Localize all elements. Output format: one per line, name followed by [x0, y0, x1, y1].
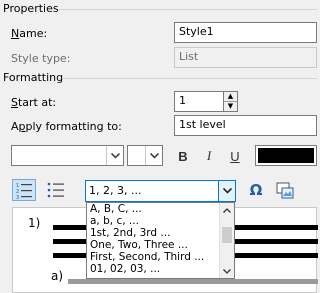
properties-section-title: Properties — [3, 2, 59, 15]
numbered-list-icon: 1 2 3 — [16, 183, 32, 201]
stepper-up-icon[interactable]: ▲ — [224, 92, 237, 102]
font-color-picker[interactable] — [255, 145, 317, 166]
start-at-stepper[interactable]: ▲ ▼ — [223, 91, 238, 112]
list-item[interactable]: 1st, 2nd, 3rd ... — [87, 227, 234, 239]
insert-symbol-button[interactable]: Ω — [246, 180, 266, 200]
formatting-section-title: Formatting — [3, 71, 64, 84]
number-style-value: 1, 2, 3, ... — [89, 184, 142, 197]
start-at-label: Start at: — [11, 96, 57, 109]
apply-formatting-label: Apply formatting to: — [11, 120, 122, 133]
omega-icon: Ω — [249, 181, 263, 199]
scroll-up-icon[interactable] — [220, 203, 234, 217]
apply-formatting-field[interactable]: 1st level — [174, 115, 317, 136]
list-item[interactable]: One, Two, Three ... — [87, 239, 234, 251]
number-style-combo[interactable]: 1, 2, 3, ... — [85, 180, 236, 202]
name-field[interactable]: Style1 — [174, 22, 317, 43]
style-type-field: List — [174, 47, 317, 68]
bullet-list-icon — [47, 182, 64, 198]
list-item[interactable]: a, b, c, ... — [87, 215, 234, 227]
bold-button[interactable]: B — [173, 146, 193, 166]
chevron-down-icon[interactable] — [145, 146, 162, 165]
stepper-down-icon[interactable]: ▼ — [224, 102, 237, 112]
scrollbar-thumb[interactable] — [222, 227, 232, 243]
properties-divider — [58, 9, 317, 10]
underline-button[interactable]: U — [225, 146, 245, 166]
number-style-dropdown-list[interactable]: A, B, C, ... a, b, c, ... 1st, 2nd, 3rd … — [86, 202, 235, 279]
style-type-label: Style type: — [11, 52, 71, 65]
chevron-down-icon[interactable] — [106, 146, 123, 165]
list-item[interactable]: 01, 02, 03, ... — [87, 263, 234, 275]
preview-level2-number: a) — [51, 269, 64, 283]
bullet-list-button[interactable] — [45, 180, 67, 200]
font-size-combo[interactable] — [127, 145, 163, 166]
list-item[interactable]: First, Second, Third ... — [87, 251, 234, 263]
name-label: Name: — [11, 27, 48, 40]
chevron-down-icon[interactable] — [218, 181, 235, 201]
svg-text:3: 3 — [16, 195, 19, 200]
list-item[interactable]: A, B, C, ... — [87, 203, 234, 215]
preview-level1-number: 1) — [28, 216, 41, 230]
italic-button[interactable]: I — [199, 146, 219, 166]
insert-picture-button[interactable] — [274, 180, 296, 202]
numbered-list-button[interactable]: 1 2 3 — [12, 179, 36, 201]
font-name-combo[interactable] — [11, 145, 124, 166]
dropdown-scrollbar[interactable] — [219, 203, 234, 278]
formatting-divider — [63, 78, 317, 79]
start-at-input[interactable]: 1 — [174, 91, 224, 112]
scroll-down-icon[interactable] — [220, 264, 234, 278]
font-color-swatch — [258, 148, 314, 163]
picture-icon — [276, 182, 294, 199]
preview-line — [68, 279, 318, 284]
